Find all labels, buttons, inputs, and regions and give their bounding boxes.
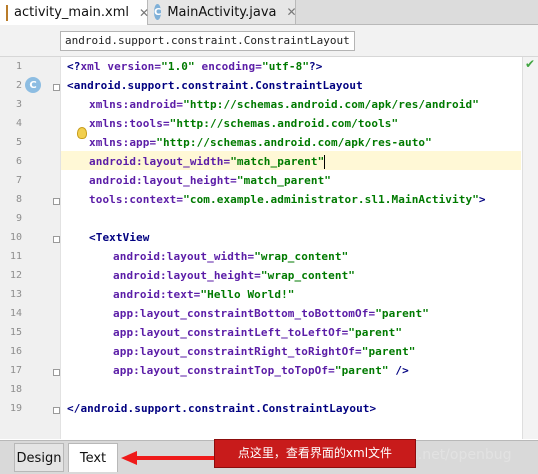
fold-toggle-icon[interactable]	[53, 407, 60, 414]
text-cursor	[324, 155, 326, 169]
class-badge-icon[interactable]: C	[25, 77, 41, 93]
annotation-label: 点这里，查看界面的xml文件	[214, 439, 416, 468]
line-number: 2	[15, 80, 22, 91]
arrow-shaft	[135, 456, 215, 460]
line-number: 9	[15, 213, 22, 224]
java-class-icon: C	[154, 4, 162, 20]
tab-label: MainActivity.java	[167, 4, 277, 20]
code-line-4: xmlns:tools="http://schemas.android.com/…	[89, 117, 399, 130]
line-gutter: 1 2 3 4 5 6 7 8 9 10 11 12 13 14 15 16 1…	[0, 57, 61, 439]
line-number: 12	[9, 270, 22, 281]
line-number: 19	[9, 403, 22, 414]
line-number: 13	[9, 289, 22, 300]
inspection-ok-check-icon: ✔	[525, 57, 536, 71]
code-line-19: </android.support.constraint.ConstraintL…	[67, 402, 377, 415]
tab-text[interactable]: Text	[68, 443, 118, 472]
code-line-3: xmlns:android="http://schemas.android.co…	[89, 98, 479, 111]
line-number: 18	[9, 384, 22, 395]
line-number: 6	[15, 156, 22, 167]
tab-label: activity_main.xml	[14, 5, 130, 20]
code-line-16: app:layout_constraintRight_toRightOf="pa…	[113, 345, 416, 358]
code-line-11: android:layout_width="wrap_content"	[113, 250, 349, 263]
line-number: 8	[15, 194, 22, 205]
editor-scrollbar[interactable]: ✔	[522, 57, 538, 439]
code-line-17: app:layout_constraintTop_toTopOf="parent…	[113, 364, 409, 377]
line-number: 1	[15, 61, 22, 72]
line-number: 15	[9, 327, 22, 338]
tab-main-activity-java[interactable]: C MainActivity.java ✕	[148, 0, 297, 24]
line-number: 4	[15, 118, 22, 129]
close-icon[interactable]: ✕	[287, 5, 297, 19]
watermark: dn.net/openbug	[400, 447, 512, 463]
line-number: 3	[15, 99, 22, 110]
code-line-12: android:layout_height="wrap_content"	[113, 269, 356, 282]
line-number: 7	[15, 175, 22, 186]
breadcrumb-bar: android.support.constraint.ConstraintLay…	[0, 25, 538, 57]
code-line-13: android:text="Hello World!"	[113, 288, 295, 301]
fold-toggle-icon[interactable]	[53, 84, 60, 91]
code-editor[interactable]: <?xml version="1.0" encoding="utf-8"?> <…	[61, 57, 521, 439]
code-line-8: tools:context="com.example.administrator…	[89, 193, 486, 206]
breadcrumb[interactable]: android.support.constraint.ConstraintLay…	[60, 31, 355, 51]
code-line-7: android:layout_height="match_parent"	[89, 174, 332, 187]
line-number: 16	[9, 346, 22, 357]
code-line-2: <android.support.constraint.ConstraintLa…	[67, 79, 363, 92]
editor-tab-bar: activity_main.xml ✕ C MainActivity.java …	[0, 0, 538, 25]
code-line-15: app:layout_constraintLeft_toLeftOf="pare…	[113, 326, 403, 339]
fold-toggle-icon[interactable]	[53, 198, 60, 205]
line-number: 14	[9, 308, 22, 319]
code-line-1: <?xml version="1.0" encoding="utf-8"?>	[67, 60, 323, 73]
xml-file-icon	[6, 4, 8, 21]
code-line-5: xmlns:app="http://schemas.android.com/ap…	[89, 136, 432, 149]
fold-toggle-icon[interactable]	[53, 236, 60, 243]
tab-design[interactable]: Design	[14, 443, 64, 472]
code-line-14: app:layout_constraintBottom_toBottomOf="…	[113, 307, 429, 320]
fold-toggle-icon[interactable]	[53, 369, 60, 376]
line-number: 17	[9, 365, 22, 376]
code-line-6: android:layout_width="match_parent"	[89, 155, 326, 169]
code-line-10: <TextView	[89, 231, 150, 244]
line-number: 10	[9, 232, 22, 243]
line-number: 5	[15, 137, 22, 148]
line-number: 11	[9, 251, 22, 262]
tab-activity-main-xml[interactable]: activity_main.xml ✕	[0, 0, 149, 25]
